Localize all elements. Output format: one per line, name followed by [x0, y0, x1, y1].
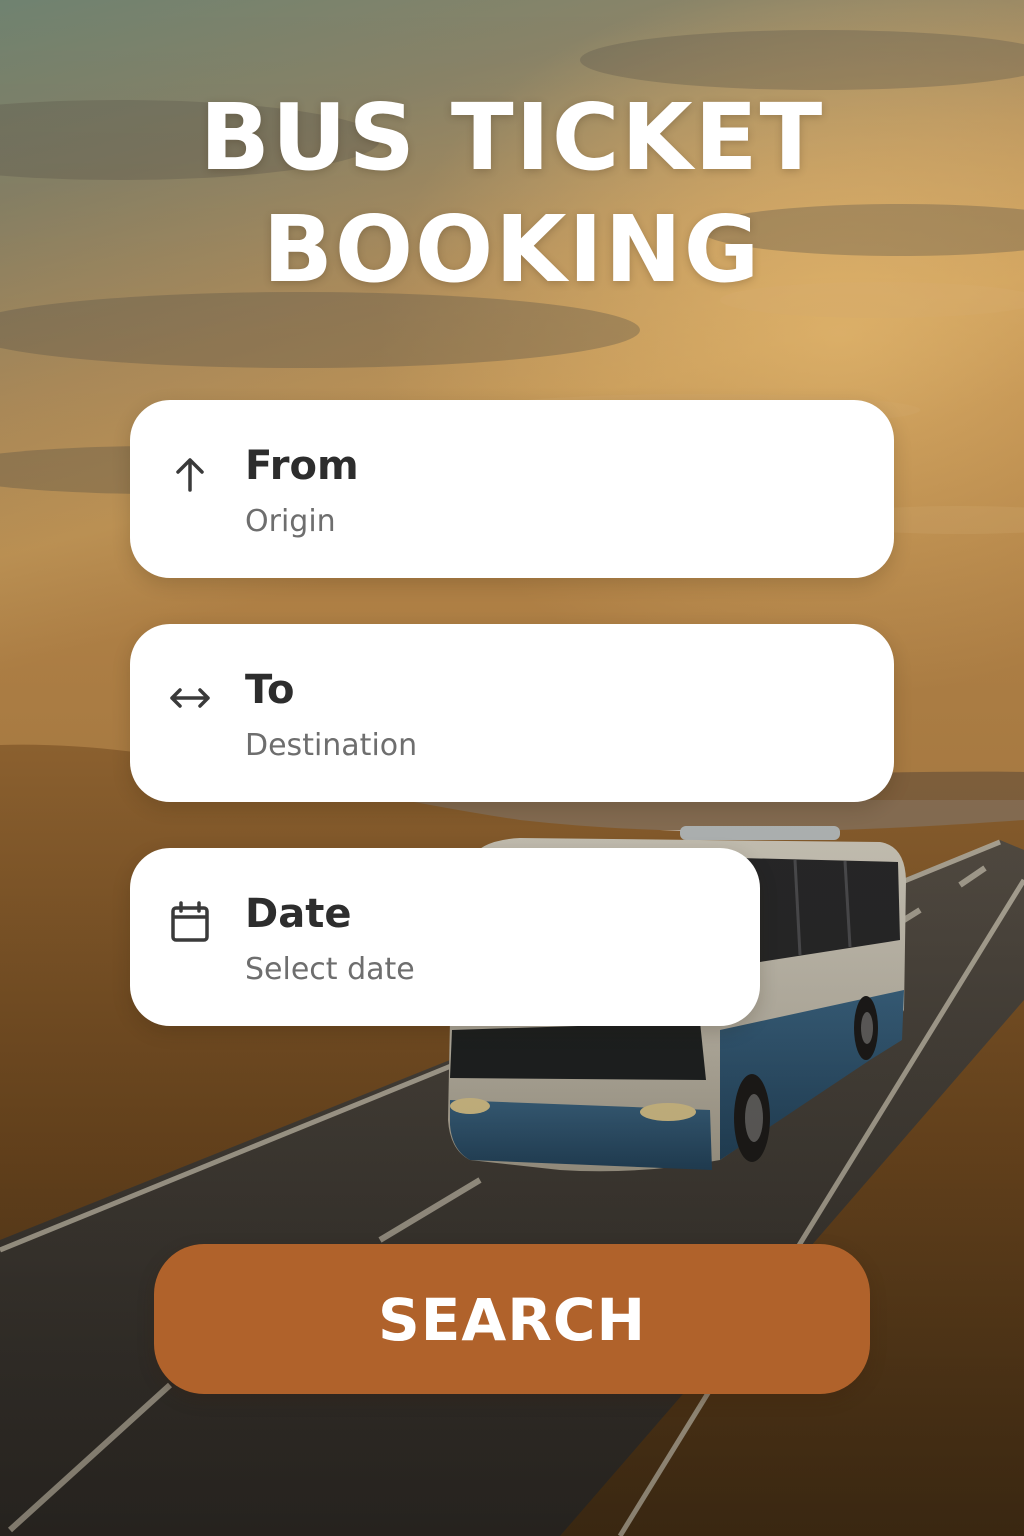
date-field-label: Date — [245, 891, 352, 937]
arrow-left-right-icon — [170, 688, 210, 708]
to-field-placeholder[interactable]: Destination — [245, 728, 417, 764]
page-title: BUS TICKET BOOKING — [0, 82, 1024, 306]
from-field-placeholder[interactable]: Origin — [245, 504, 336, 540]
date-field-placeholder[interactable]: Select date — [245, 952, 415, 988]
from-field[interactable]: From Origin — [130, 400, 894, 578]
date-field[interactable]: Date Select date — [130, 848, 760, 1026]
from-field-label: From — [245, 443, 359, 489]
to-field[interactable]: To Destination — [130, 624, 894, 802]
arrow-up-icon — [176, 458, 204, 492]
title-line-2: BOOKING — [262, 196, 762, 303]
search-button[interactable]: SEARCH — [154, 1244, 870, 1394]
title-line-1: BUS TICKET — [199, 84, 825, 191]
calendar-icon — [171, 901, 209, 942]
to-field-label: To — [245, 667, 295, 713]
